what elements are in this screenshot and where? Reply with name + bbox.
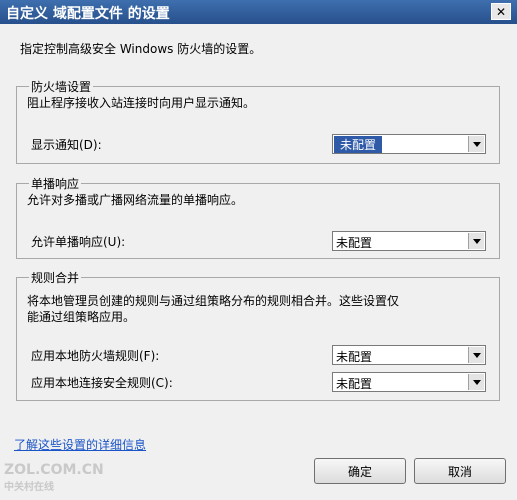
allow-unicast-select[interactable]: 未配置 bbox=[332, 231, 486, 251]
chevron-down-icon[interactable] bbox=[468, 136, 484, 152]
group-description: 允许对多播或广播网络流量的单播响应。 bbox=[27, 193, 244, 207]
group-firewall-settings: 防火墙设置 阻止程序接收入站连接时向用户显示通知。 显示通知(D): 未配置 bbox=[16, 78, 500, 164]
ok-button[interactable]: 确定 bbox=[314, 458, 406, 484]
group-rule-merging: 规则合并 将本地管理员创建的规则与通过组策略分布的规则相合并。这些设置仅 能通过… bbox=[16, 269, 500, 401]
show-notification-select[interactable]: 未配置 bbox=[332, 134, 486, 154]
window-title: 自定义 域配置文件 的设置 bbox=[6, 6, 170, 22]
learn-more-link[interactable]: 了解这些设置的详细信息 bbox=[14, 436, 146, 453]
chevron-down-icon[interactable] bbox=[468, 374, 484, 390]
watermark: ZOL.COM.CN 中关村在线 bbox=[4, 462, 104, 493]
close-button[interactable]: ✕ bbox=[491, 3, 511, 20]
group-description-line-2: 能通过组策略应用。 bbox=[27, 310, 136, 324]
watermark-sub: 中关村在线 bbox=[4, 482, 54, 493]
cancel-button[interactable]: 取消 bbox=[414, 458, 506, 484]
watermark-main: ZOL.COM.CN bbox=[4, 462, 104, 478]
select-value: 未配置 bbox=[336, 236, 373, 250]
dialog-description: 指定控制高级安全 Windows 防火墙的设置。 bbox=[20, 42, 262, 56]
show-notification-label: 显示通知(D): bbox=[31, 138, 102, 152]
select-value: 未配置 bbox=[334, 136, 383, 153]
apply-local-firewall-label: 应用本地防火墙规则(F): bbox=[31, 349, 160, 363]
group-unicast-response: 单播响应 允许对多播或广播网络流量的单播响应。 允许单播响应(U): 未配置 bbox=[16, 175, 500, 259]
title-bar: 自定义 域配置文件 的设置 ✕ bbox=[0, 0, 517, 24]
select-value: 未配置 bbox=[336, 377, 373, 391]
select-value: 未配置 bbox=[336, 350, 373, 364]
allow-unicast-label: 允许单播响应(U): bbox=[31, 235, 126, 249]
group-description: 阻止程序接收入站连接时向用户显示通知。 bbox=[27, 96, 256, 110]
apply-local-firewall-select[interactable]: 未配置 bbox=[332, 345, 486, 365]
group-description-line-1: 将本地管理员创建的规则与通过组策略分布的规则相合并。这些设置仅 bbox=[27, 294, 400, 308]
group-title: 规则合并 bbox=[29, 269, 82, 286]
group-title: 防火墙设置 bbox=[29, 78, 94, 95]
apply-local-connection-security-label: 应用本地连接安全规则(C): bbox=[31, 376, 173, 390]
apply-local-connection-security-select[interactable]: 未配置 bbox=[332, 372, 486, 392]
chevron-down-icon[interactable] bbox=[468, 233, 484, 249]
chevron-down-icon[interactable] bbox=[468, 347, 484, 363]
group-title: 单播响应 bbox=[29, 175, 82, 192]
close-icon: ✕ bbox=[495, 4, 507, 19]
